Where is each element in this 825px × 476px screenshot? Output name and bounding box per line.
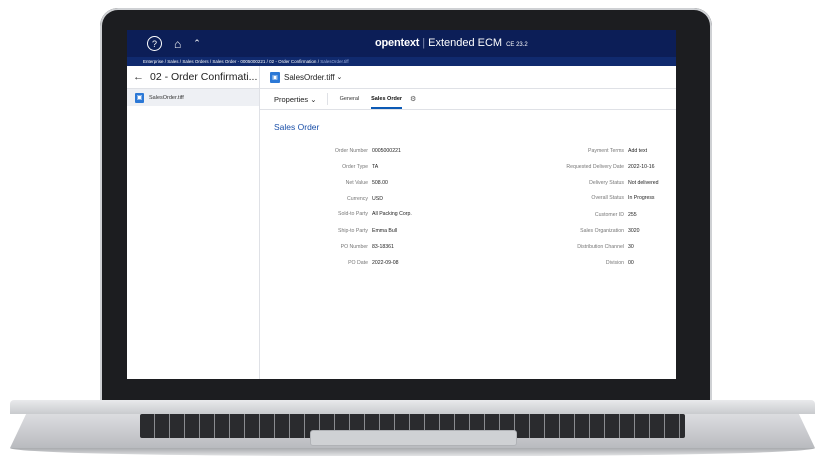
property-field: Division 00 [514,260,634,266]
brand: opentext | Extended ECM CE 23.2 [375,37,528,49]
property-field: Distribution Channel 30 [514,244,634,250]
left-panel-header: ← 02 - Order Confirmati... [127,66,259,89]
property-label: Ship-to Party [338,228,368,234]
home-icon[interactable]: ⌂ [174,37,181,51]
property-label: Overall Status [591,195,624,201]
tab-sales-order[interactable]: Sales Order [371,96,402,109]
property-label: Sold-to Party [338,211,368,217]
document-icon: ▣ [270,71,280,83]
property-value[interactable]: All Packing Corp. [372,211,412,217]
property-field: Order Type TA [288,164,378,170]
tab-bar: Properties ⌄ General Sales Order ⚙ [260,89,676,110]
laptop-hinge [10,400,815,414]
property-value[interactable]: Not delivered [628,180,659,186]
property-label: Customer ID [594,212,624,218]
property-label: Net Value [345,180,368,186]
property-value[interactable]: 00 [628,260,634,266]
breadcrumb-item[interactable]: Sales [167,59,178,64]
brand-logo: opentext [375,37,420,49]
laptop-foot [10,448,815,456]
screen: ? ⌂ ⌃ opentext | Extended ECM CE 23.2 Enter… [127,30,676,379]
property-field: Sold-to Party All Packing Corp. [288,211,412,217]
product-name: Extended ECM [428,37,503,49]
chevron-up-icon[interactable]: ⌃ [193,38,201,49]
property-value[interactable]: 2022-10-16 [628,164,655,170]
document-icon: ▣ [135,92,144,103]
help-icon[interactable]: ? [147,36,162,51]
properties-dropdown[interactable]: Properties ⌄ [274,95,317,104]
document-panel: ▣ SalesOrder.tiff ⌄ Properties ⌄ General… [260,66,676,379]
section-title: Sales Order [274,122,320,132]
property-label: Currency [346,196,368,202]
property-field: Sales Organization 3020 [514,228,640,234]
property-label: Distribution Channel [577,244,624,250]
property-field: Payment Terms Add text [514,148,647,154]
divider [326,93,328,105]
property-value[interactable]: Add text [628,148,647,154]
laptop-trackpad [310,430,517,446]
laptop-base [10,400,815,460]
property-value[interactable]: Emma Bull [372,228,397,234]
property-label: Sales Organization [580,228,624,234]
property-value[interactable]: 2022-09-08 [372,260,399,266]
breadcrumb-item[interactable]: 02 - Order Confirmation [269,59,316,64]
tab-general[interactable]: General [340,96,360,102]
breadcrumb: Enterprise / Sales / Sales Orders / Sale… [127,57,676,66]
property-value[interactable]: 30 [628,244,634,250]
document-name[interactable]: SalesOrder.tiff [284,73,335,82]
property-label: Delivery Status [589,180,624,186]
property-label: PO Date [348,260,368,266]
property-value[interactable]: 3020 [628,228,640,234]
property-field: Net Value 508.00 [288,180,388,186]
property-field: Currency USD [288,196,383,202]
left-panel: ← 02 - Order Confirmati... ▣ SalesOrder.… [127,66,260,379]
property-field: Order Number 0005000221 [288,148,401,154]
property-value[interactable]: 508.00 [372,180,388,186]
property-label: Requested Delivery Date [566,164,624,170]
property-field: Overall Status In Progress [514,195,655,201]
top-bar: ? ⌂ ⌃ opentext | Extended ECM CE 23.2 [127,30,676,57]
back-arrow-icon[interactable]: ← [133,71,144,83]
property-field: Customer ID 255 [514,212,637,218]
property-value[interactable]: In Progress [628,195,655,201]
breadcrumb-item[interactable]: SalesOrder.tiff [320,59,348,64]
property-field: Requested Delivery Date 2022-10-16 [514,164,655,170]
property-field: PO Number 83-18361 [288,244,394,250]
chevron-down-icon[interactable]: ⌄ [337,73,343,81]
list-item-label: SalesOrder.tiff [149,94,184,101]
property-value[interactable]: 255 [628,212,637,218]
property-label: Division [605,260,624,266]
property-label: Payment Terms [588,148,624,154]
property-label: Order Number [334,148,368,154]
property-field: Delivery Status Not delivered [514,180,659,186]
property-value[interactable]: 83-18361 [372,244,394,250]
folder-title: 02 - Order Confirmati... [150,71,258,83]
property-label: PO Number [340,244,368,250]
property-field: PO Date 2022-09-08 [288,260,399,266]
gear-icon[interactable]: ⚙ [410,95,416,103]
property-label: Order Type [342,164,368,170]
breadcrumb-item[interactable]: Enterprise [143,59,164,64]
property-value[interactable]: TA [372,164,378,170]
property-value[interactable]: 0005000221 [372,148,401,154]
document-header: ▣ SalesOrder.tiff ⌄ [260,66,676,89]
list-item[interactable]: ▣ SalesOrder.tiff [127,89,259,106]
product-version: CE 23.2 [506,42,528,48]
property-field: Ship-to Party Emma Bull [288,228,397,234]
breadcrumb-item[interactable]: Sales Order - 0005000221 [212,59,265,64]
breadcrumb-item[interactable]: Sales Orders [182,59,208,64]
property-value[interactable]: USD [372,196,383,202]
